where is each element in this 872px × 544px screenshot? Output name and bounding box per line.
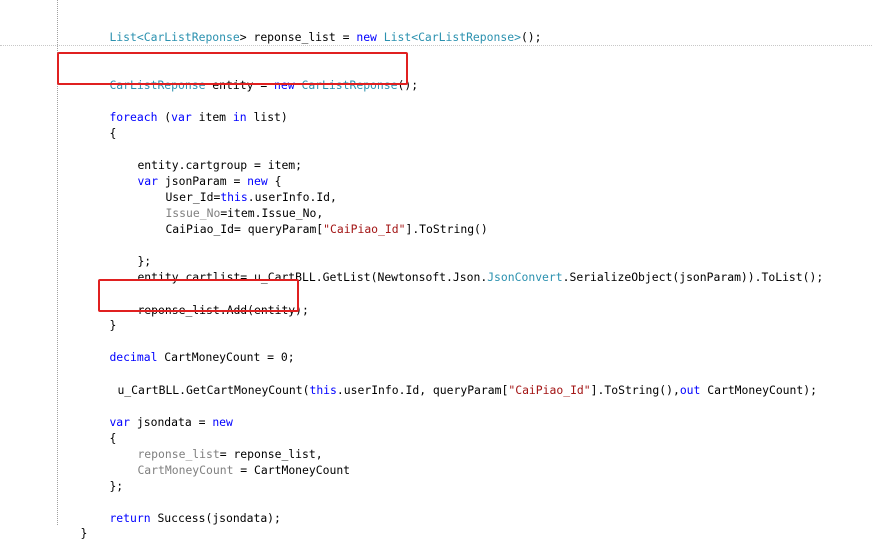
code-token: ].ToString(), <box>590 383 680 397</box>
code-line: entity.cartlist= u_CartBLL.GetList(Newto… <box>110 253 823 284</box>
code-line: { <box>82 109 116 140</box>
code-token: ( <box>157 110 172 124</box>
code-token: JsonConvert <box>487 270 563 284</box>
code-line: foreach (var item in list) <box>82 93 287 124</box>
code-token: u_CartBLL.GetCartMoneyCount( <box>117 383 310 397</box>
code-token: { <box>109 126 117 140</box>
code-token: "CaiPiao_Id" <box>508 383 591 397</box>
code-line: CarListReponse entity = new CarListRepon… <box>82 61 418 92</box>
code-line: return Success(jsondata); <box>82 494 280 525</box>
code-token: foreach <box>109 110 158 124</box>
method-separator <box>0 45 872 46</box>
code-line: { <box>82 414 116 445</box>
code-line: var jsonParam = new { <box>110 157 281 188</box>
code-token: var <box>171 110 192 124</box>
code-token: = CartMoneyCount <box>233 463 351 477</box>
code-line: CaiPiao_Id= queryParam["CaiPiao_Id"].ToS… <box>138 205 487 236</box>
code-line: u_CartBLL.GetCartMoneyCount(this.userInf… <box>90 366 817 397</box>
code-token: CartMoneyCount); <box>700 383 817 397</box>
code-line: Issue_No=item.Issue_No, <box>138 189 323 220</box>
code-token: CartMoneyCount = 0; <box>157 350 295 364</box>
code-token: .SerializeObject(jsonParam)).ToList(); <box>562 270 824 284</box>
code-line: }; <box>110 237 151 268</box>
code-line: entity.cartgroup = item; <box>110 141 302 172</box>
code-line: User_Id=this.userInfo.Id, <box>138 173 336 204</box>
code-line: decimal CartMoneyCount = 0; <box>82 333 294 364</box>
code-line: } <box>53 509 87 540</box>
code-token: } <box>109 318 117 332</box>
code-token: > reponse_list = <box>239 30 357 44</box>
code-token: new <box>274 78 295 92</box>
code-token: List< <box>109 30 144 44</box>
code-token: decimal <box>109 350 158 364</box>
code-token: out <box>679 383 701 397</box>
code-token: "CaiPiao_Id" <box>323 222 406 236</box>
code-line: List<CarListReponse> reponse_list = new … <box>82 13 541 44</box>
code-line: reponse_list.Add(entity); <box>110 286 308 317</box>
code-token: list) <box>246 110 288 124</box>
code-token: Success(jsondata); <box>150 511 281 525</box>
code-editor[interactable]: List<CarListReponse> reponse_list = new … <box>0 0 872 544</box>
code-token: reponse_list.Add(entity); <box>137 303 309 317</box>
code-token: .userInfo.Id, queryParam[ <box>336 383 509 397</box>
code-line: } <box>82 301 116 332</box>
code-token: entity.cartlist= u_CartBLL.GetList(Newto… <box>137 270 488 284</box>
code-token: CarListReponse <box>109 78 206 92</box>
code-token: new <box>212 415 233 429</box>
code-token: in <box>232 110 247 124</box>
code-token: CarListReponse <box>143 30 240 44</box>
code-token: new <box>356 30 377 44</box>
code-line: var jsondata = new <box>82 398 232 429</box>
code-line: reponse_list= reponse_list, <box>110 430 322 461</box>
code-token: CaiPiao_Id= queryParam[ <box>165 222 324 236</box>
code-line: CartMoneyCount = CartMoneyCount <box>110 446 350 477</box>
code-token: (); <box>520 30 542 44</box>
code-token: ].ToString() <box>405 222 488 236</box>
code-token: jsondata = <box>130 415 213 429</box>
code-line: }; <box>82 462 123 493</box>
code-token: this <box>309 383 337 397</box>
code-token: item <box>191 110 233 124</box>
code-token: entity = <box>205 78 275 92</box>
code-token: return <box>109 511 151 525</box>
code-token: (); <box>397 78 419 92</box>
code-token: } <box>80 526 88 540</box>
indent-guide <box>57 0 58 525</box>
code-token: }; <box>109 479 124 493</box>
code-token: CartMoneyCount <box>137 463 234 477</box>
code-token: List<CarListReponse> <box>383 30 521 44</box>
code-token: CarListReponse <box>301 78 398 92</box>
